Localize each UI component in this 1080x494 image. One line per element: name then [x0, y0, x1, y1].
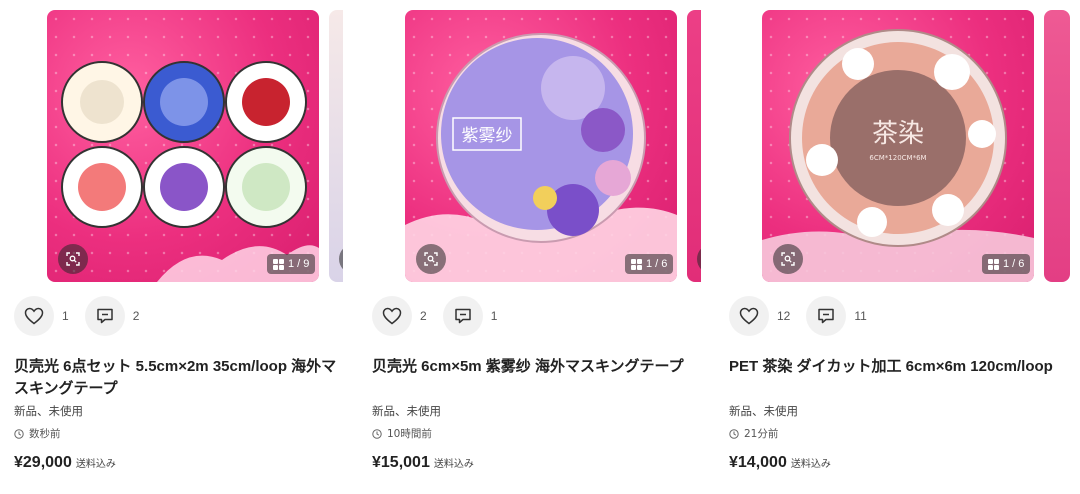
listing-title[interactable]: 贝壳光 6点セット 5.5cm×2m 35cm/loop 海外マスキングテープ [14, 356, 344, 400]
comment-count: 2 [132, 309, 140, 323]
listing-title[interactable]: 贝壳光 6cm×5m 紫雾纱 海外マスキングテープ [372, 356, 702, 378]
engagement-bar: 1 2 [14, 296, 155, 336]
svg-text:紫雾纱: 紫雾纱 [462, 126, 513, 146]
posted-time: 21分前 [729, 426, 778, 441]
washi-tape-rolls-image [61, 61, 319, 282]
image-carousel[interactable]: 茶染 6CM*120CM*6M 1 / 6 [715, 10, 1080, 282]
svg-text:6CM*120CM*6M: 6CM*120CM*6M [869, 154, 926, 162]
like-count: 12 [777, 309, 791, 323]
image-search-icon [66, 252, 80, 266]
engagement-bar: 12 11 [729, 296, 883, 336]
listing-title[interactable]: PET 茶染 ダイカット加工 6cm×6m 120cm/loop [729, 356, 1059, 378]
heart-icon [24, 307, 44, 325]
gallery-grid-icon [988, 258, 999, 270]
comment-button[interactable] [442, 296, 483, 336]
item-condition: 新品、未使用 [372, 404, 441, 418]
clock-icon [729, 428, 739, 439]
image-search-icon [781, 252, 795, 266]
price-amount: ¥14,000 [729, 454, 787, 471]
washi-tape-roll-image: 紫雾纱 [405, 33, 677, 282]
product-photo[interactable]: 1 / 9 [47, 10, 319, 282]
listing-card-2[interactable]: 紫雾纱 1 / 6 2 1 贝壳光 6cm×5m 紫雾纱 海外マスキングテープ … [358, 0, 701, 494]
gallery-grid-icon [273, 258, 284, 270]
price: ¥14,000 送料込み [729, 454, 831, 472]
image-carousel[interactable]: 紫雾纱 1 / 6 [358, 10, 701, 282]
comment-count: 1 [490, 309, 498, 323]
washi-tape-roll-image: 茶染 6CM*120CM*6M [762, 29, 1034, 282]
posted-time: 10時間前 [372, 426, 432, 441]
listing-card-3[interactable]: 茶染 6CM*120CM*6M 1 / 6 12 11 PET 茶染 ダイカット… [715, 0, 1070, 494]
engagement-bar: 2 1 [372, 296, 513, 336]
shipping-note: 送料込み [75, 459, 116, 470]
like-button[interactable] [729, 296, 769, 336]
item-condition: 新品、未使用 [729, 404, 798, 418]
posted-time: 数秒前 [14, 426, 61, 441]
image-search-button[interactable] [773, 244, 803, 274]
image-counter: 1 / 6 [982, 254, 1031, 274]
like-button[interactable] [14, 296, 54, 336]
shipping-note: 送料込み [433, 459, 474, 470]
comment-count: 11 [854, 309, 867, 323]
image-carousel[interactable]: 1 / 9 [0, 10, 343, 282]
price: ¥29,000 送料込み [14, 454, 116, 472]
heart-icon [382, 307, 402, 325]
gallery-grid-icon [631, 258, 642, 270]
next-photo-peek[interactable] [1044, 10, 1070, 282]
like-button[interactable] [372, 296, 412, 336]
shipping-note: 送料込み [790, 459, 831, 470]
like-count: 1 [62, 309, 69, 323]
clock-icon [14, 428, 24, 439]
product-photo[interactable]: 紫雾纱 1 / 6 [405, 10, 677, 282]
clock-icon [372, 428, 382, 439]
listing-card-1[interactable]: 1 / 9 1 2 贝壳光 6点セット 5.5cm×2m 35cm/loop 海… [0, 0, 343, 494]
item-condition: 新品、未使用 [14, 404, 83, 418]
comment-icon [454, 308, 471, 324]
image-search-button[interactable] [58, 244, 88, 274]
comment-button[interactable] [806, 296, 847, 336]
heart-icon [739, 307, 759, 325]
price-amount: ¥29,000 [14, 454, 72, 471]
price: ¥15,001 送料込み [372, 454, 474, 472]
svg-text:茶染: 茶染 [872, 119, 924, 149]
image-search-icon [424, 252, 438, 266]
comment-icon [96, 308, 113, 324]
comment-icon [818, 308, 835, 324]
like-count: 2 [420, 309, 427, 323]
comment-button[interactable] [84, 296, 125, 336]
next-photo-peek[interactable] [687, 10, 701, 282]
next-photo-peek[interactable] [329, 10, 343, 282]
image-counter: 1 / 9 [267, 254, 316, 274]
price-amount: ¥15,001 [372, 454, 430, 471]
product-photo[interactable]: 茶染 6CM*120CM*6M 1 / 6 [762, 10, 1034, 282]
image-search-button[interactable] [416, 244, 446, 274]
image-counter: 1 / 6 [625, 254, 674, 274]
